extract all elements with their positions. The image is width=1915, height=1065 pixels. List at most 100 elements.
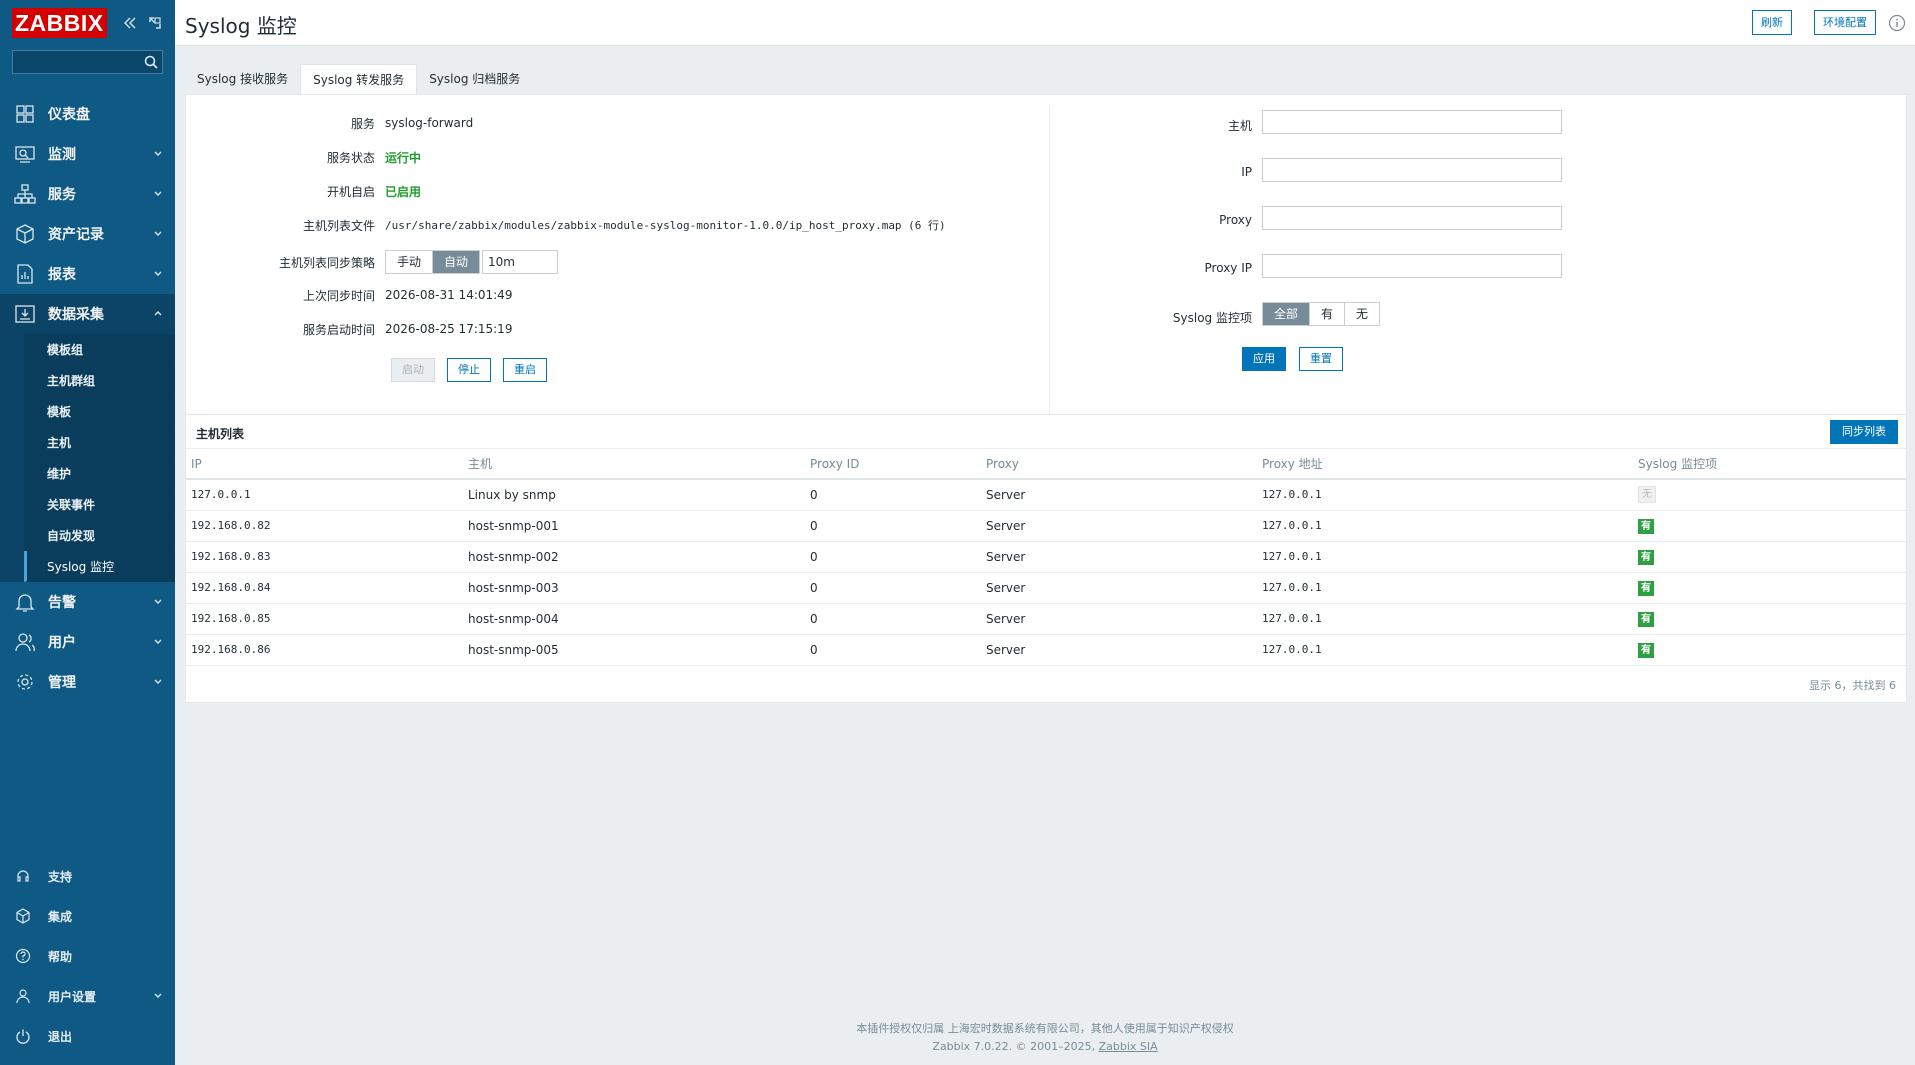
host-list-panel: 主机列表 同步列表 IP 主机 Proxy ID Proxy Proxy 地址 …: [185, 414, 1907, 703]
column-header-ip[interactable]: IP: [186, 449, 463, 480]
cell-syslog: 无: [1633, 479, 1906, 511]
column-header-proxy-address[interactable]: Proxy 地址: [1257, 449, 1633, 480]
bottom-menu: 支持 集成 帮助 用户设置 退出: [0, 856, 175, 1056]
sidebar-item-services[interactable]: 服务: [0, 174, 175, 214]
host-filter-label: 主机: [1227, 119, 1252, 133]
last-sync-value: 2026-08-31 14:01:49: [385, 288, 513, 302]
status-value: 运行中: [385, 150, 422, 165]
data-collection-icon: [14, 303, 36, 325]
collapse-sidebar-icon[interactable]: [122, 15, 138, 31]
ip-filter-input[interactable]: [1262, 158, 1562, 182]
reset-button[interactable]: 重置: [1299, 347, 1343, 371]
table-row: 192.168.0.82 host-snmp-001 0 Server 127.0.0.…: [186, 510, 1906, 542]
hostfile-row: 主机列表文件 /usr/share/zabbix/modules/zabbix-…: [186, 215, 946, 235]
sidebar-search: [12, 50, 163, 74]
sidebar-item-label: 用户: [48, 635, 76, 651]
column-header-proxy[interactable]: Proxy: [981, 449, 1257, 480]
zabbix-logo[interactable]: ZABBIX: [12, 8, 107, 38]
result-count: 显示 6，共找到 6: [1809, 679, 1896, 692]
cell-syslog: 有: [1633, 603, 1906, 635]
main-content: Syslog 接收服务 Syslog 转发服务 Syslog 归档服务 服务 s…: [175, 46, 1915, 1065]
cell-syslog: 有: [1633, 572, 1906, 604]
gear-icon: [14, 671, 36, 693]
stop-button[interactable]: 停止: [447, 358, 491, 382]
sync-interval-input[interactable]: [482, 250, 559, 274]
cell-proxy-id: 0: [805, 510, 981, 542]
kiosk-mode-icon[interactable]: [147, 15, 163, 31]
version-text: Zabbix 7.0.22. © 2001–2025,: [932, 1040, 1096, 1053]
syslog-yes-option[interactable]: 有: [1310, 303, 1346, 325]
sidebar-item-users[interactable]: 用户: [0, 622, 175, 662]
sidebar-item-label: 帮助: [48, 949, 73, 964]
syslog-all-option[interactable]: 全部: [1263, 303, 1311, 325]
proxy-filter-input[interactable]: [1262, 206, 1562, 230]
sync-list-button[interactable]: 同步列表: [1830, 420, 1898, 444]
syslog-status-badge: 有: [1638, 549, 1654, 565]
sidebar-item-label: 仪表盘: [48, 107, 90, 123]
syslog-status-badge: 有: [1638, 518, 1654, 534]
sidebar-item-data-collection[interactable]: 数据采集: [0, 294, 175, 334]
cell-host: host-snmp-002: [463, 541, 805, 573]
syslog-status-badge: 无: [1638, 486, 1656, 504]
hostfile-label: 主机列表文件: [302, 218, 375, 233]
cell-proxy-id: 0: [805, 541, 981, 573]
submenu-item-hosts[interactable]: 主机: [24, 427, 175, 458]
refresh-button[interactable]: 刷新: [1752, 10, 1792, 35]
sidebar: ZABBIX 仪表盘 监测 服务 资产记录 报表 数据采集 模板组 主机群组 模…: [0, 0, 175, 1065]
info-icon[interactable]: [1888, 14, 1906, 32]
sidebar-item-dashboard[interactable]: 仪表盘: [0, 94, 175, 134]
sidebar-item-monitoring[interactable]: 监测: [0, 134, 175, 174]
cell-ip: 192.168.0.84: [186, 572, 463, 604]
proxy-filter-label: Proxy: [1219, 213, 1252, 227]
env-config-button[interactable]: 环境配置: [1814, 10, 1876, 35]
sync-label: 主机列表同步策略: [278, 255, 375, 270]
sidebar-item-integrations[interactable]: 集成: [0, 896, 175, 936]
page-header: Syslog 监控 刷新 环境配置: [175, 0, 1915, 46]
submenu-item-discovery[interactable]: 自动发现: [24, 520, 175, 551]
cell-ip: 192.168.0.86: [186, 634, 463, 666]
zabbix-sia-link[interactable]: Zabbix SIA: [1099, 1040, 1158, 1053]
tab-syslog-receive[interactable]: Syslog 接收服务: [185, 64, 300, 94]
proxy-ip-filter-input[interactable]: [1262, 254, 1562, 278]
sidebar-item-alerts[interactable]: 告警: [0, 582, 175, 622]
tab-syslog-archive[interactable]: Syslog 归档服务: [417, 64, 532, 94]
table-row: 192.168.0.86 host-snmp-005 0 Server 127.0.0.…: [186, 634, 1906, 666]
submenu-item-host-groups[interactable]: 主机群组: [24, 365, 175, 396]
apply-button[interactable]: 应用: [1242, 347, 1286, 371]
sidebar-item-label: 支持: [48, 869, 73, 884]
cell-proxy-address: 127.0.0.1: [1257, 634, 1633, 666]
chevron-down-icon: [154, 993, 162, 998]
status-row: 服务状态 运行中: [186, 147, 421, 167]
cell-syslog: 有: [1633, 541, 1906, 573]
submenu-item-syslog-monitoring[interactable]: Syslog 监控: [24, 551, 175, 582]
last-sync-label: 上次同步时间: [302, 288, 375, 303]
submenu-item-maintenance[interactable]: 维护: [24, 458, 175, 489]
dashboard-icon: [14, 103, 36, 125]
syslog-no-option[interactable]: 无: [1345, 303, 1380, 325]
logo-row: ZABBIX: [0, 0, 175, 46]
column-header-syslog[interactable]: Syslog 监控项: [1633, 449, 1906, 480]
tab-syslog-forward[interactable]: Syslog 转发服务: [300, 64, 418, 94]
column-header-host[interactable]: 主机: [463, 449, 805, 480]
sidebar-item-label: 监测: [48, 147, 76, 163]
sidebar-item-inventory[interactable]: 资产记录: [0, 214, 175, 254]
submenu-item-templates[interactable]: 模板: [24, 396, 175, 427]
sidebar-item-support[interactable]: 支持: [0, 856, 175, 896]
host-filter-input[interactable]: [1262, 110, 1562, 134]
sidebar-item-sign-out[interactable]: 退出: [0, 1016, 175, 1056]
autostart-label: 开机自启: [326, 184, 375, 199]
start-time-value: 2026-08-25 17:15:19: [385, 322, 513, 336]
sidebar-item-administration[interactable]: 管理: [0, 662, 175, 702]
search-icon[interactable]: [139, 50, 163, 74]
sidebar-item-user-settings[interactable]: 用户设置: [0, 976, 175, 1016]
submenu-item-event-correlation[interactable]: 关联事件: [24, 489, 175, 520]
sidebar-item-reports[interactable]: 报表: [0, 254, 175, 294]
table-header-row: IP 主机 Proxy ID Proxy Proxy 地址 Syslog 监控项: [186, 449, 1906, 480]
submenu-item-template-groups[interactable]: 模板组: [24, 334, 175, 365]
sync-manual-option[interactable]: 手动: [386, 251, 434, 273]
sync-auto-option[interactable]: 自动: [433, 251, 480, 273]
restart-button[interactable]: 重启: [503, 358, 547, 382]
table-row: 192.168.0.84 host-snmp-003 0 Server 127.0.0.…: [186, 572, 1906, 604]
sidebar-item-help[interactable]: 帮助: [0, 936, 175, 976]
column-header-proxy-id[interactable]: Proxy ID: [805, 449, 981, 480]
